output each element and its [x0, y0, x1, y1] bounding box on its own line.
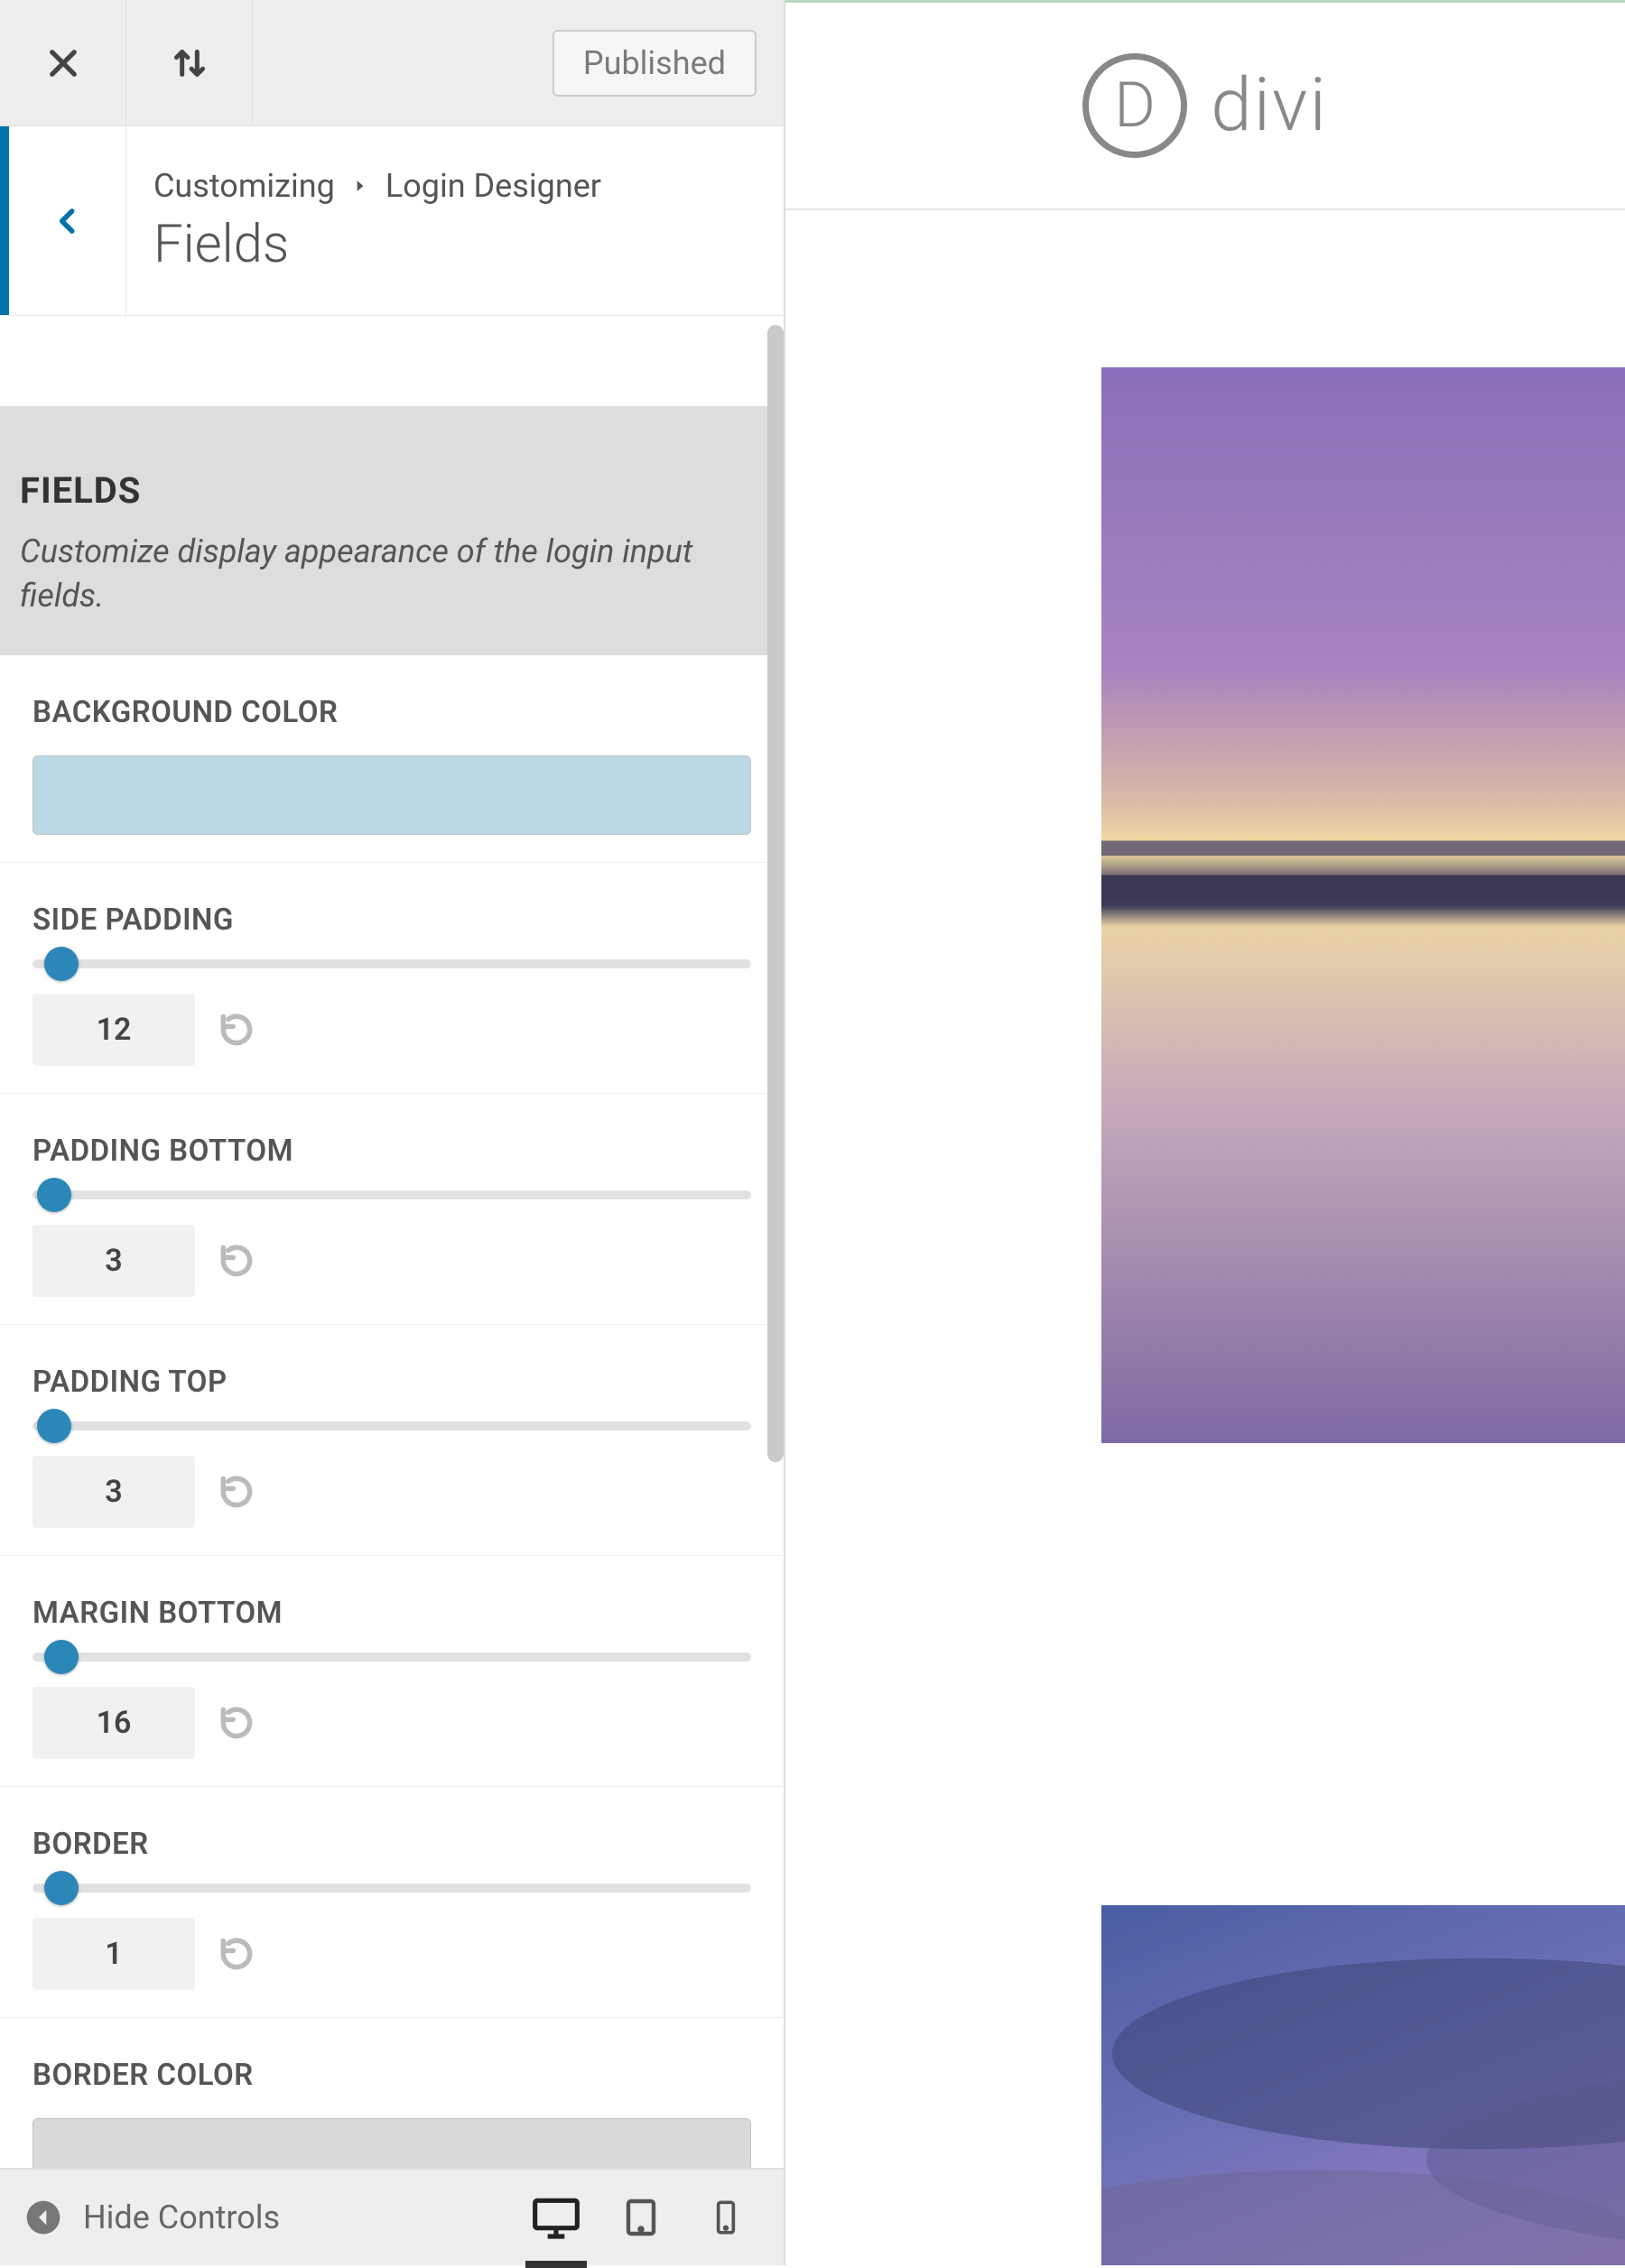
logo-mark: D	[1082, 53, 1187, 158]
reset-button[interactable]	[217, 1241, 256, 1281]
slider-track[interactable]	[32, 1652, 751, 1662]
reset-button[interactable]	[217, 1703, 256, 1743]
section-heading: FIELDS	[20, 469, 751, 512]
border-color-swatch[interactable]	[32, 2118, 751, 2168]
reset-button[interactable]	[217, 1472, 256, 1512]
collapse-button[interactable]: Hide Controls	[25, 2199, 280, 2236]
topbar: Published	[0, 0, 784, 126]
slider-value-input[interactable]: 1	[32, 1918, 195, 1990]
slider-thumb[interactable]	[37, 1178, 71, 1212]
undo-icon	[217, 1472, 256, 1512]
reset-button[interactable]	[217, 1010, 256, 1050]
control-label: BACKGROUND COLOR	[32, 695, 751, 730]
slider-value-input[interactable]: 3	[32, 1456, 195, 1528]
hide-controls-label: Hide Controls	[83, 2199, 280, 2236]
slider-thumb[interactable]	[37, 1409, 71, 1443]
control-side-padding: SIDE PADDING 12	[0, 863, 784, 1094]
control-border: BORDER 1	[0, 1787, 784, 2018]
slider-thumb[interactable]	[44, 947, 79, 981]
titlebar: Customizing Login Designer Fields	[0, 126, 784, 316]
preview-image-1	[1101, 367, 1625, 1443]
control-bg-color: BACKGROUND COLOR	[0, 655, 784, 863]
customizer-sidebar: Published Customizing Login Designer Fie…	[0, 0, 785, 2265]
up-down-arrows-icon	[167, 41, 212, 86]
breadcrumb-root: Customizing	[153, 167, 335, 205]
slider-thumb[interactable]	[44, 1640, 79, 1674]
control-margin-bottom: MARGIN BOTTOM 16	[0, 1556, 784, 1787]
preview-header: D divi	[785, 3, 1625, 210]
bg-color-swatch[interactable]	[32, 755, 751, 835]
slider-track[interactable]	[32, 1884, 751, 1893]
page-title: Fields	[153, 214, 757, 275]
reorder-button[interactable]	[126, 0, 253, 125]
back-button[interactable]	[0, 126, 126, 315]
control-padding-bottom: PADDING BOTTOM 3	[0, 1094, 784, 1325]
control-label: PADDING TOP	[32, 1365, 751, 1400]
close-icon	[44, 44, 82, 82]
preview-image-2	[1101, 1905, 1625, 2265]
chevron-right-icon	[351, 177, 369, 195]
collapse-left-icon	[25, 2199, 61, 2236]
slider-thumb[interactable]	[44, 1871, 79, 1905]
device-tablet[interactable]	[608, 2185, 673, 2250]
preview-pane: D divi	[785, 0, 1625, 2265]
chevron-left-icon	[51, 204, 85, 238]
undo-icon	[217, 1934, 256, 1974]
undo-icon	[217, 1703, 256, 1743]
tablet-icon	[619, 2196, 663, 2239]
slider-value-input[interactable]: 12	[32, 994, 195, 1066]
undo-icon	[217, 1010, 256, 1050]
section-header: FIELDS Customize display appearance of t…	[0, 406, 784, 655]
mobile-icon	[708, 2199, 744, 2236]
slider-value-input[interactable]: 3	[32, 1225, 195, 1297]
slider-track[interactable]	[32, 1421, 751, 1430]
control-label: PADDING BOTTOM	[32, 1134, 751, 1169]
device-mobile[interactable]	[693, 2185, 758, 2250]
control-border-color: BORDER COLOR	[0, 2018, 784, 2168]
control-label: BORDER	[32, 1827, 751, 1862]
breadcrumb-section: Login Designer	[385, 167, 601, 205]
panel-body: FIELDS Customize display appearance of t…	[0, 316, 784, 2168]
control-label: BORDER COLOR	[32, 2058, 751, 2093]
control-padding-top: PADDING TOP 3	[0, 1325, 784, 1556]
slider-track[interactable]	[32, 959, 751, 968]
desktop-icon	[531, 2192, 581, 2243]
section-description: Customize display appearance of the logi…	[20, 530, 751, 617]
reset-button[interactable]	[217, 1934, 256, 1974]
breadcrumb: Customizing Login Designer	[153, 167, 757, 205]
close-button[interactable]	[0, 0, 126, 125]
device-desktop[interactable]	[524, 2185, 589, 2250]
publish-status[interactable]: Published	[552, 30, 757, 97]
undo-icon	[217, 1241, 256, 1281]
site-logo[interactable]: D divi	[1082, 53, 1328, 158]
scrollbar[interactable]	[767, 325, 784, 1462]
control-label: SIDE PADDING	[32, 903, 751, 938]
slider-value-input[interactable]: 16	[32, 1687, 195, 1759]
control-label: MARGIN BOTTOM	[32, 1596, 751, 1631]
bottombar: Hide Controls	[0, 2168, 784, 2265]
logo-text: divi	[1211, 62, 1328, 149]
slider-track[interactable]	[32, 1190, 751, 1199]
